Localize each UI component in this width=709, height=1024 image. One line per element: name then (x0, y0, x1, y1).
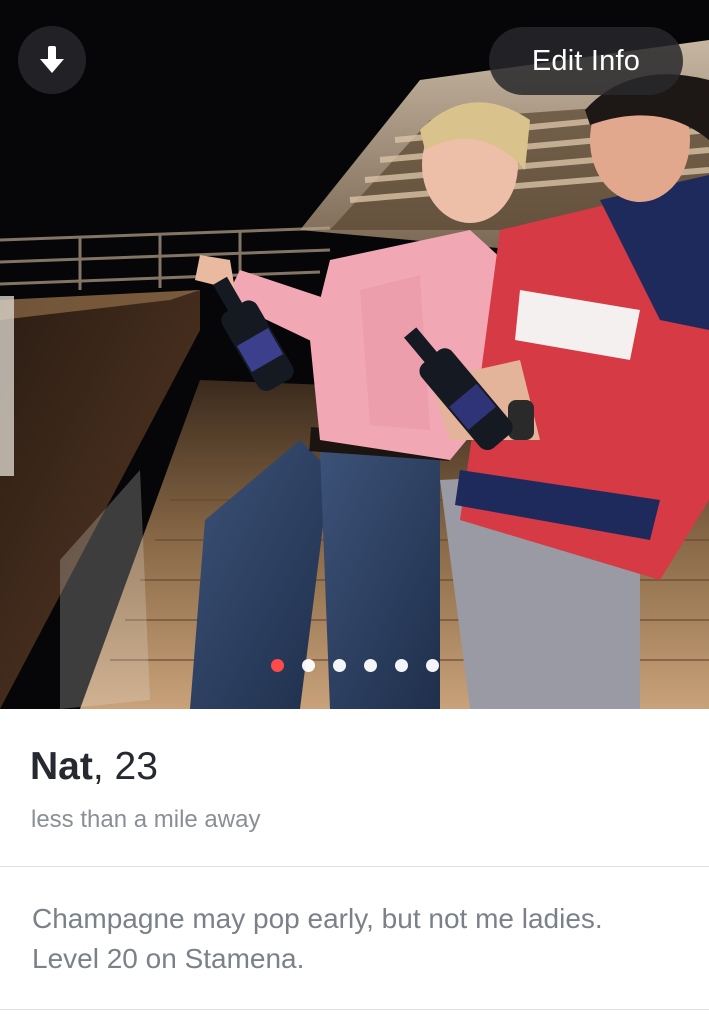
distance-text: less than a mile away (31, 806, 261, 833)
bio-line: Champagne may pop early, but not me ladi… (32, 903, 603, 934)
pagination-dot[interactable] (363, 659, 377, 672)
pagination-dot[interactable] (301, 659, 315, 672)
bio-text: Champagne may pop early, but not me ladi… (32, 899, 692, 979)
arrow-down-icon (40, 46, 64, 73)
pagination-dot[interactable] (332, 659, 346, 672)
pagination-dot-active[interactable] (270, 659, 284, 672)
download-button[interactable] (18, 26, 86, 94)
bio-line: Level 20 on Stamena. (32, 943, 305, 974)
profile-photo[interactable]: Edit Info (0, 0, 709, 709)
photo-pagination (0, 659, 709, 673)
profile-card: Edit Info Nat, 23 less than a mile away … (0, 0, 709, 1024)
photo-illustration (0, 0, 709, 709)
divider (0, 866, 709, 867)
edit-info-button[interactable]: Edit Info (489, 27, 683, 95)
profile-age: 23 (114, 745, 158, 788)
name-age: Nat, 23 (30, 745, 158, 789)
name-separator: , (92, 745, 104, 788)
pagination-dot[interactable] (394, 659, 408, 672)
profile-name: Nat (30, 745, 93, 788)
pagination-dot[interactable] (425, 659, 439, 672)
divider (0, 1009, 709, 1010)
